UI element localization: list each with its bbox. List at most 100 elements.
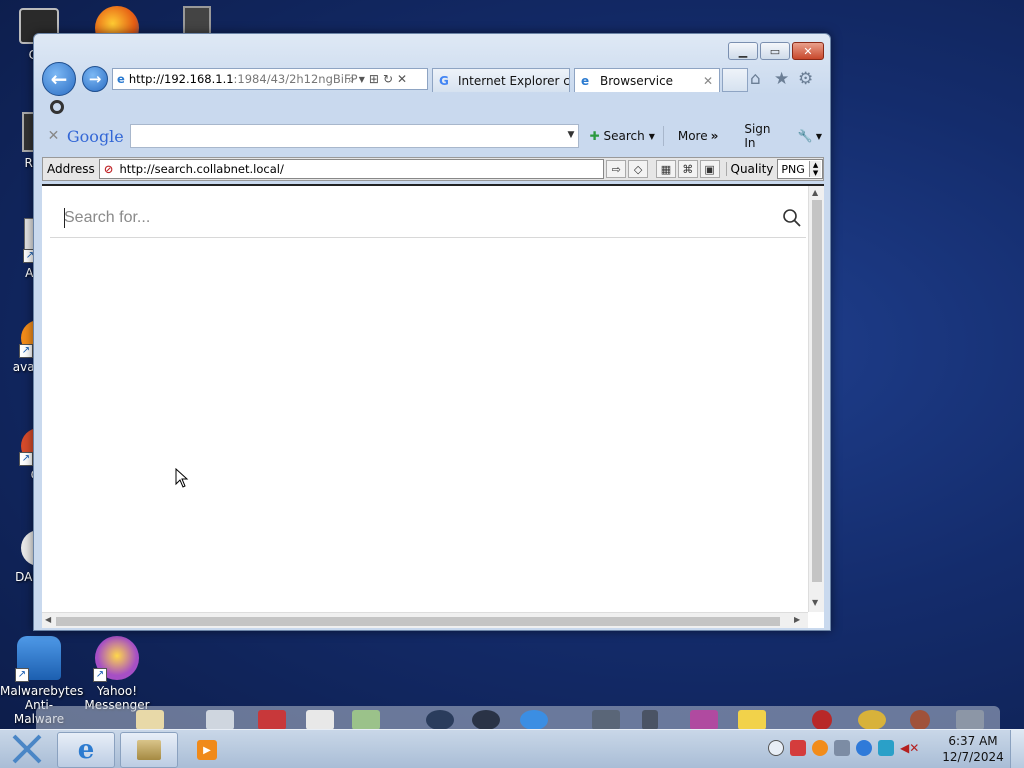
vertical-scrollbar[interactable]: ▲ ▼ (808, 186, 824, 612)
clock[interactable]: 6:37 AM 12/7/2024 (940, 733, 1006, 765)
shortcut-arrow-icon: ↗ (15, 668, 29, 682)
vertical-scroll-thumb[interactable] (812, 200, 822, 582)
google-settings-button[interactable]: 🔧 ▼ (794, 129, 826, 143)
dock-app2-icon[interactable] (910, 710, 930, 730)
dropdown-icon[interactable]: ▼ (359, 75, 365, 84)
network-icon[interactable] (878, 740, 894, 756)
scroll-up-icon[interactable]: ▲ (812, 188, 818, 197)
clipboard-icon[interactable]: ▣ (699, 160, 720, 178)
onedrive-cloud-icon[interactable] (856, 740, 872, 756)
google-signin-button[interactable]: Sign In (740, 122, 788, 150)
page-search-input[interactable] (50, 207, 750, 228)
tab-browservice[interactable]: e Browservice ✕ (574, 68, 720, 92)
bookmark-icon[interactable]: ◇ (628, 160, 648, 178)
tab-internet-explorer[interactable]: G Internet Explorer ca... (432, 68, 570, 92)
google-search-icon: ✚ (589, 129, 600, 143)
find-binoculars-icon[interactable]: ⌘ (677, 160, 698, 178)
dock-clock-icon[interactable] (472, 710, 500, 730)
scroll-left-icon[interactable]: ◀ (45, 615, 51, 624)
media-player-icon: ▶ (197, 740, 217, 760)
dock-trash-icon[interactable] (956, 710, 984, 730)
dock-monitor-icon[interactable] (592, 710, 620, 730)
settings-gear-icon[interactable]: ⚙ (798, 69, 813, 89)
dock-image-icon[interactable] (690, 710, 718, 730)
dock-youtube-icon[interactable] (306, 710, 334, 730)
shortcut-arrow-icon: ↗ (19, 452, 33, 466)
minimize-button[interactable]: ▁ (728, 42, 758, 60)
search-icon[interactable] (782, 208, 802, 228)
monitor-icon[interactable] (834, 740, 850, 756)
google-search-label: Search (603, 129, 645, 143)
back-button[interactable]: ← (42, 62, 76, 96)
google-logo: Google (66, 126, 124, 146)
home-icon[interactable]: ⌂ (750, 69, 761, 89)
internet-explorer-icon: e (77, 735, 95, 765)
dock-maps-icon[interactable] (352, 710, 380, 730)
refresh-icon[interactable]: ↻ (383, 72, 393, 86)
dock-store-icon[interactable] (206, 710, 234, 730)
show-desktop-button[interactable] (1010, 730, 1024, 768)
browservice-url-field[interactable]: ⊘ http://search.collabnet.local/ (98, 159, 605, 179)
stop-icon[interactable]: ✕ (397, 72, 407, 86)
open-bookmarks-icon[interactable]: ▦ (655, 160, 676, 178)
chevron-down-icon[interactable]: ▼ (568, 130, 575, 140)
toolbar-divider (662, 126, 664, 146)
horizontal-scroll-thumb[interactable] (56, 617, 780, 626)
compatibility-icon[interactable]: ⊞ (369, 72, 379, 86)
malwarebytes-icon: ↗ (15, 636, 61, 682)
shield-icon[interactable] (790, 740, 806, 756)
desktop-icon-yahoo-messenger[interactable]: ↗ Yahoo! Messenger (78, 636, 156, 712)
volume-muted-icon[interactable]: ◀✕ (900, 740, 919, 756)
tab-label: Internet Explorer ca... (458, 73, 570, 88)
window-controls: ▁ ▭ ✕ (728, 42, 824, 60)
yahoo-messenger-icon: ↗ (93, 636, 139, 682)
wrench-icon: 🔧 (797, 129, 813, 143)
go-button[interactable]: ⇨ (606, 160, 627, 178)
chat-bubble-icon[interactable] (768, 740, 784, 756)
navigation-row: ← → e http://192.168.1.1:1984/43/2h12ngB… (40, 62, 826, 96)
maximize-button[interactable]: ▭ (760, 42, 790, 60)
taskbar: e ▶ ◀✕ 6:37 AM 12/7/2024 (0, 729, 1024, 768)
google-search-input[interactable]: ▼ (129, 124, 580, 148)
browser-window: ▁ ▭ ✕ ← → e http://192.168.1.1:1984/43/2… (33, 33, 831, 631)
favorites-star-icon[interactable]: ★ (774, 69, 789, 89)
dock-folder-icon[interactable] (136, 710, 164, 730)
close-tab-icon[interactable]: ✕ (703, 74, 713, 88)
quality-spinner[interactable]: ▲ ▼ (809, 161, 822, 177)
clock-time: 6:37 AM (948, 734, 998, 748)
dock-badge-icon[interactable] (858, 710, 886, 730)
scroll-right-icon[interactable]: ▶ (794, 615, 800, 624)
dock-notes-icon[interactable] (738, 710, 766, 730)
close-toolbar-icon[interactable]: ✕ (40, 128, 67, 144)
double-chevron-right-icon: » (710, 129, 719, 143)
dock-globe-icon[interactable] (520, 710, 548, 730)
dock-mail-icon[interactable] (258, 710, 286, 730)
taskbar-file-manager[interactable] (120, 732, 178, 768)
dock-bug-icon[interactable] (812, 710, 832, 730)
taskbar-media-player[interactable]: ▶ (190, 732, 224, 768)
search-icon[interactable]: ⌕ (348, 72, 355, 87)
shortcut-arrow-icon: ↗ (93, 668, 107, 682)
close-window-button[interactable]: ✕ (792, 42, 824, 60)
avast-tray-icon[interactable] (812, 740, 828, 756)
start-x-icon (12, 734, 42, 764)
loading-ring-icon (50, 100, 64, 114)
new-tab-button[interactable] (722, 68, 748, 92)
google-more-button[interactable]: More » (674, 129, 723, 143)
quality-selector[interactable]: PNG ▲ ▼ (777, 159, 824, 179)
taskbar-internet-explorer[interactable]: e (57, 732, 115, 768)
browservice-url: http://search.collabnet.local/ (119, 162, 284, 176)
page-search-row (50, 198, 806, 238)
start-button[interactable] (4, 732, 50, 766)
google-search-button[interactable]: ✚ Search ▼ (585, 129, 658, 143)
dock-tower-icon[interactable] (642, 710, 658, 730)
forward-button[interactable]: → (82, 66, 108, 92)
quality-value: PNG (781, 162, 805, 176)
dock-app-icon[interactable] (426, 710, 454, 730)
more-label: More (677, 129, 708, 143)
clock-date: 12/7/2024 (942, 750, 1004, 764)
scroll-down-icon[interactable]: ▼ (812, 598, 818, 607)
horizontal-scrollbar[interactable]: ◀ ▶ (42, 612, 808, 628)
address-label: Address (47, 162, 95, 176)
insecure-icon: ⊘ (103, 162, 114, 176)
